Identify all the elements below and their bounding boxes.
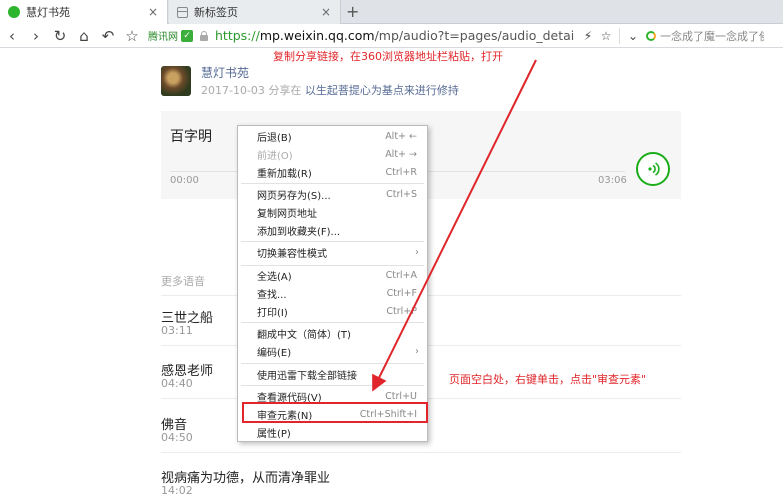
menu-item-label: 全选(A) xyxy=(257,271,292,283)
menu-separator xyxy=(241,183,424,184)
tab-title: 慧灯书苑 xyxy=(26,6,70,19)
search-input[interactable]: 一念成了魔一念成了佛 xyxy=(646,28,764,44)
menu-item-shortcut: Ctrl+A xyxy=(385,269,417,281)
url-path: /mp/audio?t=pages/audio_detail&scen xyxy=(374,28,575,43)
url-input[interactable]: https://mp.weixin.qq.com/mp/audio?t=page… xyxy=(215,28,575,43)
lock-icon xyxy=(199,30,209,41)
menu-item-shortcut: Ctrl+S xyxy=(386,188,417,200)
bolt-icon[interactable]: ⚡ xyxy=(579,25,597,47)
menu-item-label: 使用迅雷下载全部链接 xyxy=(257,370,357,382)
menu-item-select-all[interactable]: 全选(A) Ctrl+A xyxy=(238,266,427,284)
menu-item-reload[interactable]: 重新加载(R) Ctrl+R xyxy=(238,163,427,181)
menu-item-shortcut: Ctrl+U xyxy=(385,390,417,402)
menu-item-find[interactable]: 查找... Ctrl+F xyxy=(238,284,427,302)
author-name[interactable]: 慧灯书苑 xyxy=(201,64,249,81)
chevron-right-icon: › xyxy=(415,345,419,357)
menu-item-label: 切换兼容性模式 xyxy=(257,248,327,260)
list-item-duration: 04:50 xyxy=(161,431,193,444)
search-engine-icon xyxy=(646,30,656,41)
menu-item-back[interactable]: 后退(B) Alt+ ← xyxy=(238,127,427,145)
menu-separator xyxy=(241,322,424,323)
list-item-duration: 14:02 xyxy=(161,484,193,497)
more-audio-title: 更多语音 xyxy=(161,275,205,288)
menu-separator xyxy=(241,385,424,386)
search-text: 一念成了魔一念成了佛 xyxy=(660,29,764,43)
avatar[interactable] xyxy=(161,66,191,96)
list-item-duration: 04:40 xyxy=(161,377,193,390)
menu-item-label: 添加到收藏夹(F)... xyxy=(257,226,341,238)
menu-item-compat-mode[interactable]: 切换兼容性模式 › xyxy=(238,243,427,261)
audio-current-time: 00:00 xyxy=(170,175,199,186)
forward-button[interactable]: › xyxy=(24,25,48,47)
menu-item-translate[interactable]: 翻成中文（简体）(T) xyxy=(238,324,427,342)
menu-item-forward[interactable]: 前进(O) Alt+ → xyxy=(238,145,427,163)
publish-date: 2017-10-03 xyxy=(201,84,265,97)
menu-item-shortcut: Alt+ → xyxy=(385,148,417,160)
shared-article-link[interactable]: 以生起菩提心为基点来进行修持 xyxy=(305,84,459,97)
menu-item-label: 查找... xyxy=(257,289,287,301)
toolbar-divider xyxy=(619,27,620,44)
menu-item-encoding[interactable]: 编码(E) › xyxy=(238,342,427,360)
context-menu: 后退(B) Alt+ ← 前进(O) Alt+ → 重新加载(R) Ctrl+R 网页… xyxy=(237,125,428,442)
tab-huideng[interactable]: 慧灯书苑 × xyxy=(0,0,168,24)
list-divider xyxy=(161,452,681,453)
tab-title: 新标签页 xyxy=(194,6,238,19)
play-button[interactable] xyxy=(636,152,670,186)
home-button[interactable]: ⌂ xyxy=(72,25,96,47)
address-bar: ‹ › ↻ ⌂ ↶ ☆ 腾讯网 ✓ https://mp.weixin.qq.c… xyxy=(0,24,783,48)
url-protocol: https:// xyxy=(215,28,260,43)
security-label: 腾讯网 xyxy=(148,32,178,43)
menu-item-label: 编码(E) xyxy=(257,347,292,359)
list-item-duration: 03:11 xyxy=(161,324,193,337)
menu-separator xyxy=(241,363,424,364)
menu-item-label: 翻成中文（简体）(T) xyxy=(257,329,351,341)
menu-item-print[interactable]: 打印(I) Ctrl+P xyxy=(238,302,427,320)
menu-item-label: 重新加载(R) xyxy=(257,168,312,180)
menu-item-save-as[interactable]: 网页另存为(S)... Ctrl+S xyxy=(238,185,427,203)
new-tab-button[interactable]: + xyxy=(346,2,359,21)
annotation-top: 复制分享链接，在360浏览器地址栏粘贴，打开 xyxy=(273,50,503,63)
security-badge[interactable]: 腾讯网 ✓ xyxy=(148,28,193,43)
audio-duration: 03:06 xyxy=(598,175,627,186)
page-favicon-icon xyxy=(177,6,188,18)
chevron-right-icon: › xyxy=(415,246,419,258)
menu-item-copy-url[interactable]: 复制网页地址 xyxy=(238,203,427,221)
menu-item-shortcut: Ctrl+F xyxy=(386,287,417,299)
menu-item-label: 后退(B) xyxy=(257,132,292,144)
menu-item-add-favorite[interactable]: 添加到收藏夹(F)... xyxy=(238,221,427,239)
refresh-button[interactable]: ↻ xyxy=(48,25,72,47)
menu-item-label: 前进(O) xyxy=(257,150,293,162)
menu-item-label: 属性(P) xyxy=(257,428,291,440)
tab-new-tab[interactable]: 新标签页 × xyxy=(169,0,341,24)
menu-item-label: 打印(I) xyxy=(257,307,288,319)
menu-item-properties[interactable]: 属性(P) xyxy=(238,423,427,441)
inspect-highlight-box xyxy=(242,402,428,423)
menu-item-shortcut: Ctrl+R xyxy=(385,166,417,178)
menu-item-label: 网页另存为(S)... xyxy=(257,190,331,202)
article-meta: 2017-10-03 分享在 以生起菩提心为基点来进行修持 xyxy=(201,82,459,98)
menu-item-thunder-download[interactable]: 使用迅雷下载全部链接 xyxy=(238,365,427,383)
favorite-button[interactable]: ☆ xyxy=(120,25,144,47)
bookmark-star-icon[interactable]: ☆ xyxy=(597,25,615,47)
chevron-down-icon[interactable]: ⌄ xyxy=(624,25,642,47)
sound-wave-icon xyxy=(648,162,660,176)
shield-icon: ✓ xyxy=(181,29,193,42)
undo-button[interactable]: ↶ xyxy=(96,25,120,47)
annotation-right: 页面空白处，右键单击，点击"审查元素" xyxy=(449,373,647,386)
menu-item-shortcut: Ctrl+P xyxy=(386,305,417,317)
url-host: mp.weixin.qq.com xyxy=(259,28,375,43)
tab-close-icon[interactable]: × xyxy=(320,5,332,19)
tab-close-icon[interactable]: × xyxy=(147,5,159,19)
menu-item-label: 复制网页地址 xyxy=(257,208,317,220)
menu-separator xyxy=(241,241,424,242)
shared-prefix: 分享在 xyxy=(268,84,302,97)
back-button[interactable]: ‹ xyxy=(0,25,24,47)
tab-bar: 慧灯书苑 × 新标签页 × + xyxy=(0,0,783,24)
menu-item-shortcut: Alt+ ← xyxy=(385,130,417,142)
wechat-favicon-icon xyxy=(8,6,20,18)
audio-title: 百字明 xyxy=(170,129,212,145)
